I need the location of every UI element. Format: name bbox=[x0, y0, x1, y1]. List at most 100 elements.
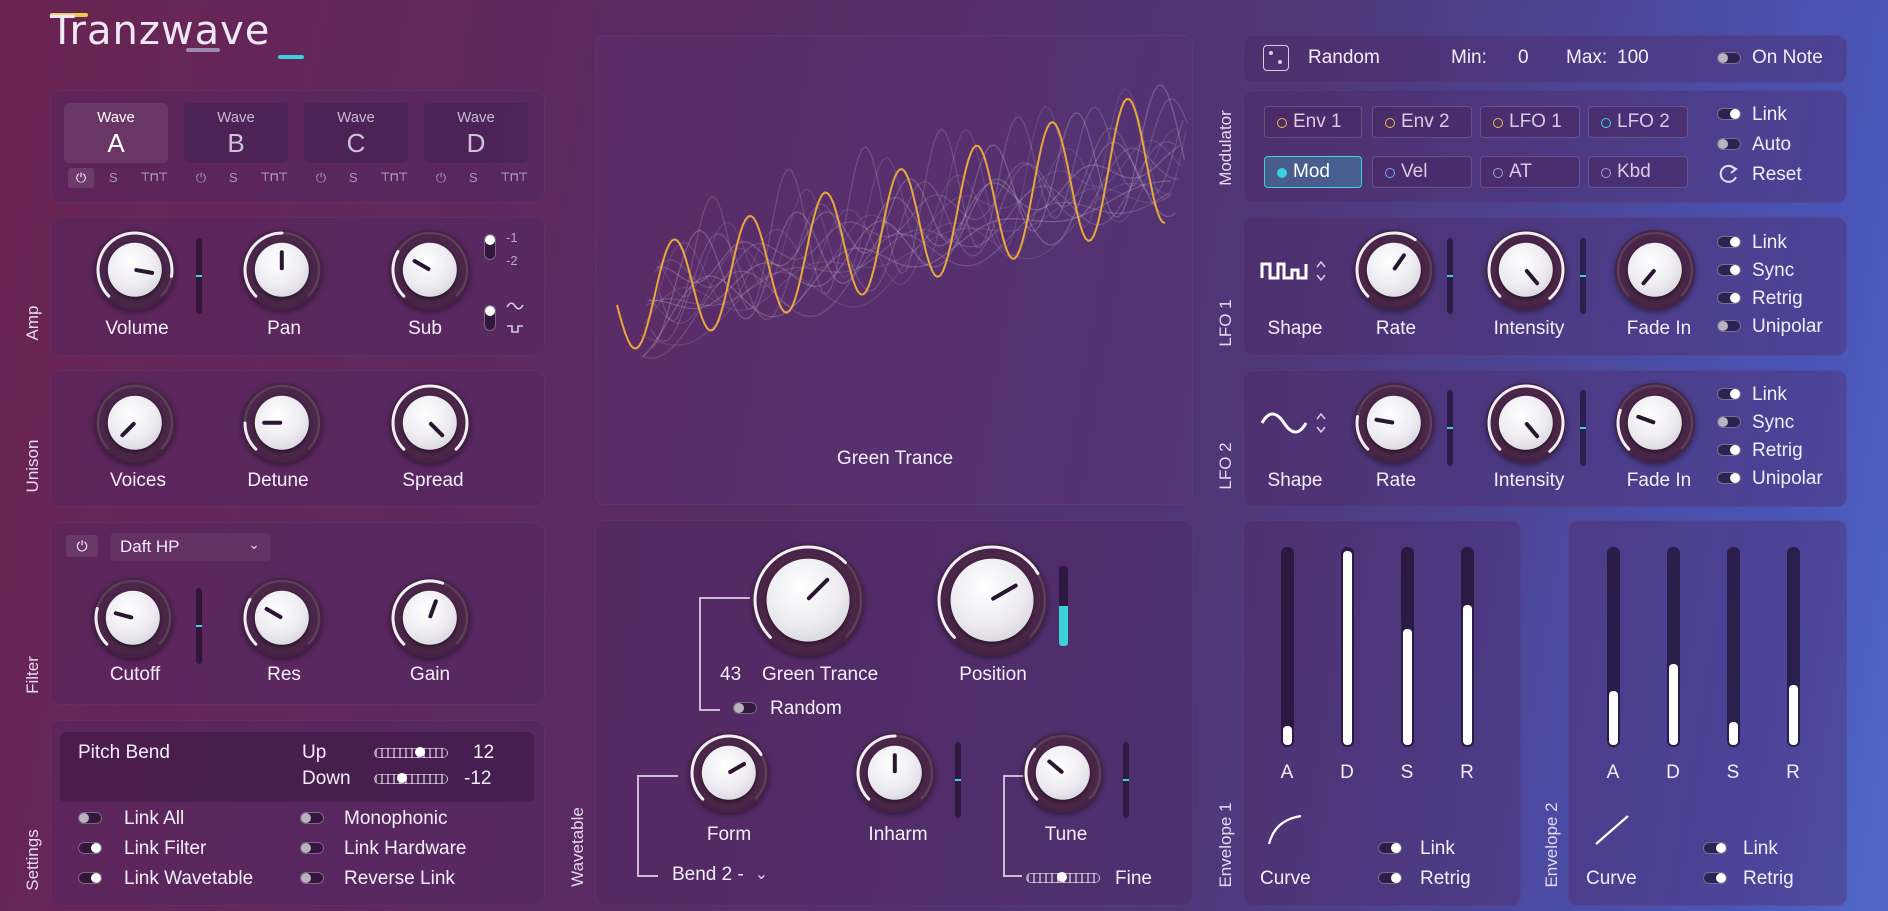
mod-source-lfo-2[interactable]: LFO 2 bbox=[1588, 106, 1688, 138]
position-knob[interactable] bbox=[936, 544, 1048, 656]
wave-route-icon[interactable]: ⊤⊓⊤ bbox=[140, 170, 168, 184]
wavetable-select-knob[interactable] bbox=[752, 544, 864, 656]
pitch-down-slider[interactable] bbox=[374, 773, 448, 784]
reset-icon[interactable] bbox=[1718, 163, 1740, 185]
wave-route-icon[interactable]: ⊤⊓⊤ bbox=[260, 170, 288, 184]
env1-curve-icon[interactable] bbox=[1265, 812, 1305, 848]
random-max-value[interactable]: 100 bbox=[1617, 47, 1649, 69]
wave-route-icon[interactable]: ⊤⊓⊤ bbox=[500, 170, 528, 184]
lfo2-retrig-toggle[interactable] bbox=[1717, 444, 1741, 456]
env1-link-toggle[interactable] bbox=[1378, 842, 1402, 854]
res-knob[interactable] bbox=[242, 578, 322, 658]
wave-power-icon[interactable]: ⏻ bbox=[428, 168, 454, 188]
lfo2-link-toggle[interactable] bbox=[1717, 388, 1741, 400]
env2-fader-d[interactable] bbox=[1667, 547, 1680, 747]
wave-solo-button[interactable]: S bbox=[229, 170, 238, 185]
cutoff-mod-meter[interactable] bbox=[196, 588, 202, 664]
mod-source-mod[interactable]: Mod bbox=[1264, 156, 1362, 188]
lfo2-rate-knob[interactable] bbox=[1354, 383, 1434, 463]
mod-source-kbd[interactable]: Kbd bbox=[1588, 156, 1688, 188]
lfo1-intensity-mod-meter[interactable] bbox=[1580, 238, 1586, 314]
lfo2-sine-wave-icon[interactable] bbox=[1260, 408, 1310, 438]
pan-knob[interactable] bbox=[242, 230, 322, 310]
modulator-auto-toggle[interactable] bbox=[1717, 138, 1741, 150]
detune-knob[interactable] bbox=[242, 383, 322, 463]
mod-source-env-2[interactable]: Env 2 bbox=[1372, 106, 1472, 138]
mod-source-env-1[interactable]: Env 1 bbox=[1264, 106, 1362, 138]
mod-source-lfo-1[interactable]: LFO 1 bbox=[1480, 106, 1580, 138]
env2-fader-r[interactable] bbox=[1787, 547, 1800, 747]
env1-fader-s[interactable] bbox=[1401, 547, 1414, 747]
wave-power-icon[interactable]: ⏻ bbox=[188, 168, 214, 188]
link-filter-toggle[interactable] bbox=[78, 842, 102, 854]
voices-knob[interactable] bbox=[95, 383, 175, 463]
lfo2-unipolar-toggle[interactable] bbox=[1717, 472, 1741, 484]
inharm-mod-meter[interactable] bbox=[955, 742, 961, 818]
env1-fader-d[interactable] bbox=[1341, 547, 1354, 747]
mod-source-vel[interactable]: Vel bbox=[1372, 156, 1472, 188]
wave-route-icon[interactable]: ⊤⊓⊤ bbox=[380, 170, 408, 184]
fine-tune-slider[interactable] bbox=[1026, 872, 1100, 883]
wave-power-icon[interactable]: ⏻ bbox=[68, 168, 94, 188]
wavetable-random-toggle[interactable] bbox=[733, 702, 757, 714]
wave-slot-a[interactable]: Wave A bbox=[64, 103, 168, 163]
lfo1-rate-mod-meter[interactable] bbox=[1447, 238, 1453, 314]
env1-fader-a[interactable] bbox=[1281, 547, 1294, 747]
lfo2-shape-stepper-icon[interactable] bbox=[1314, 410, 1328, 436]
tune-mod-meter[interactable] bbox=[1123, 742, 1129, 818]
wave-solo-button[interactable]: S bbox=[349, 170, 358, 185]
wave-slot-d[interactable]: Wave D bbox=[424, 103, 528, 163]
lfo1-intensity-knob[interactable] bbox=[1486, 230, 1566, 310]
wave-solo-button[interactable]: S bbox=[109, 170, 118, 185]
random-min-value[interactable]: 0 bbox=[1518, 47, 1529, 69]
lfo2-sync-toggle[interactable] bbox=[1717, 416, 1741, 428]
on-note-toggle[interactable] bbox=[1717, 52, 1741, 64]
lfo2-rate-mod-meter[interactable] bbox=[1447, 390, 1453, 466]
link-all-toggle[interactable] bbox=[78, 812, 102, 824]
mod-source-at[interactable]: AT bbox=[1480, 156, 1580, 188]
wave-power-icon[interactable]: ⏻ bbox=[308, 168, 334, 188]
pitch-up-slider[interactable] bbox=[374, 747, 448, 758]
lfo1-rate-knob[interactable] bbox=[1354, 230, 1434, 310]
env2-link-toggle[interactable] bbox=[1703, 842, 1727, 854]
position-mod-meter[interactable] bbox=[1059, 566, 1068, 646]
env1-retrig-toggle[interactable] bbox=[1378, 872, 1402, 884]
reverse-link-toggle[interactable] bbox=[300, 872, 324, 884]
spread-knob[interactable] bbox=[390, 383, 470, 463]
lfo1-unipolar-toggle[interactable] bbox=[1717, 320, 1741, 332]
wave-solo-button[interactable]: S bbox=[469, 170, 478, 185]
bend-mode-dropdown[interactable]: Bend 2 - ⌄ bbox=[660, 862, 784, 890]
modulator-reset-label[interactable]: Reset bbox=[1752, 164, 1802, 186]
env2-curve-icon[interactable] bbox=[1592, 812, 1632, 848]
lfo1-square-wave-icon[interactable] bbox=[1260, 256, 1310, 286]
lfo2-intensity-mod-meter[interactable] bbox=[1580, 390, 1586, 466]
monophonic-toggle[interactable] bbox=[300, 812, 324, 824]
env2-retrig-toggle[interactable] bbox=[1703, 872, 1727, 884]
lfo1-fade-in-knob[interactable] bbox=[1615, 230, 1695, 310]
lfo1-link-toggle[interactable] bbox=[1717, 236, 1741, 248]
filter-power-button[interactable]: ⏻ bbox=[66, 535, 98, 557]
tune-knob[interactable] bbox=[1023, 733, 1103, 813]
lfo2-fade-in-knob[interactable] bbox=[1615, 383, 1695, 463]
env2-fader-a[interactable] bbox=[1607, 547, 1620, 747]
sub-knob[interactable] bbox=[390, 230, 470, 310]
wave-slot-c[interactable]: Wave C bbox=[304, 103, 408, 163]
modulator-link-toggle[interactable] bbox=[1717, 108, 1741, 120]
link-wavetable-toggle[interactable] bbox=[78, 872, 102, 884]
dice-icon[interactable] bbox=[1263, 45, 1289, 71]
inharm-knob[interactable] bbox=[855, 733, 935, 813]
gain-knob[interactable] bbox=[390, 578, 470, 658]
lfo2-intensity-knob[interactable] bbox=[1486, 383, 1566, 463]
sub-octave-switch[interactable] bbox=[484, 234, 496, 260]
env2-fader-s[interactable] bbox=[1727, 547, 1740, 747]
lfo1-shape-stepper-icon[interactable] bbox=[1314, 258, 1328, 284]
wave-slot-b[interactable]: Wave B bbox=[184, 103, 288, 163]
link-hardware-toggle[interactable] bbox=[300, 842, 324, 854]
lfo1-retrig-toggle[interactable] bbox=[1717, 292, 1741, 304]
volume-knob[interactable] bbox=[95, 230, 175, 310]
cutoff-knob[interactable] bbox=[93, 578, 173, 658]
form-knob[interactable] bbox=[689, 733, 769, 813]
filter-type-dropdown[interactable]: Daft HP ⌄ bbox=[110, 533, 270, 561]
lfo1-sync-toggle[interactable] bbox=[1717, 264, 1741, 276]
sub-shape-switch[interactable] bbox=[484, 305, 496, 331]
